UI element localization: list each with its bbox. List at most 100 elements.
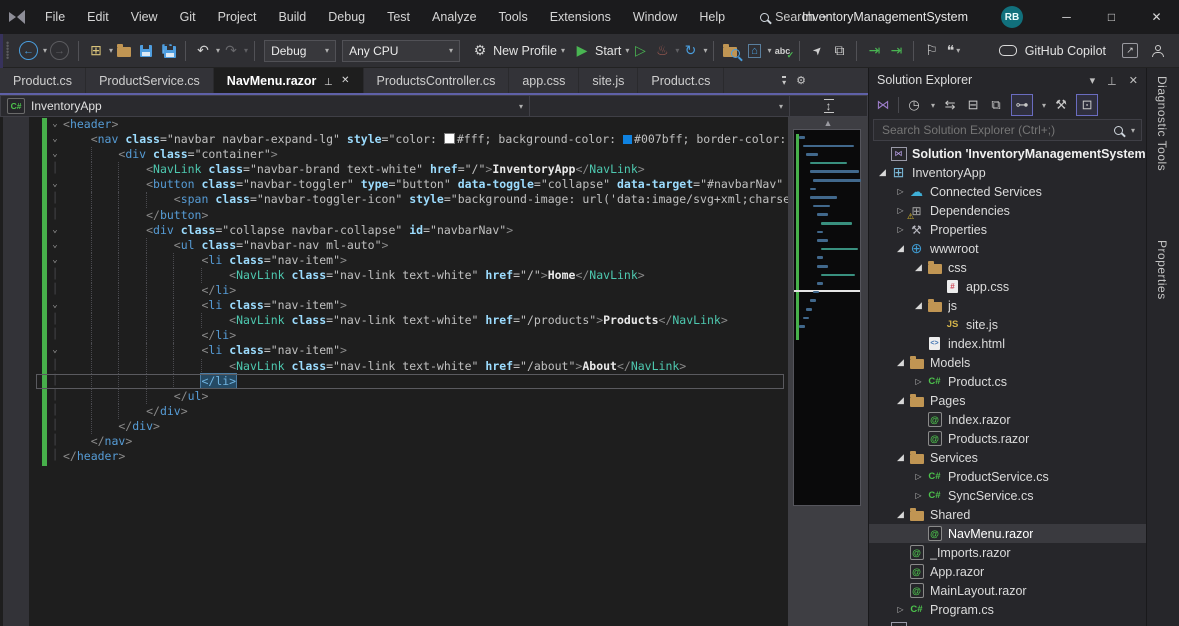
navigate-back-button[interactable]: ←: [16, 39, 41, 63]
tab-diagnostic-tools[interactable]: Diagnostic Tools: [1155, 76, 1169, 171]
hot-reload-button[interactable]: ♨: [651, 39, 673, 63]
navigate-cursor-button[interactable]: ➤: [806, 39, 828, 63]
tab-properties[interactable]: Properties: [1155, 240, 1169, 300]
code-line[interactable]: │ </ul>: [0, 388, 788, 404]
share-button[interactable]: ↗: [1119, 39, 1141, 63]
menu-item-help[interactable]: Help: [688, 0, 736, 34]
restart-dropdown[interactable]: ▾: [703, 46, 707, 55]
expander-icon[interactable]: ◢: [893, 452, 908, 463]
live-share-button[interactable]: [1147, 39, 1169, 63]
fold-chevron-icon[interactable]: ⌄: [49, 147, 61, 161]
solution-explorer-search[interactable]: ▾: [873, 119, 1142, 141]
expander-icon[interactable]: ◢: [875, 167, 890, 178]
code-line[interactable]: ⌄ <ul class="navbar-nav ml-auto">: [0, 237, 788, 253]
tree-item-inventoryapp[interactable]: ◢ ⊞ InventoryApp: [869, 163, 1146, 182]
minimize-button[interactable]: ─: [1044, 0, 1089, 34]
bookmark-button[interactable]: ⚐: [920, 39, 942, 63]
redo-dropdown[interactable]: ▾: [244, 46, 248, 55]
split-editor-handle[interactable]: ↕: [823, 99, 834, 113]
expander-icon[interactable]: ◢: [893, 243, 908, 254]
comment-button[interactable]: ❝ ▾: [942, 39, 964, 63]
solution-configuration-combo[interactable]: Debug ▾: [264, 39, 337, 62]
tree-item-index-razor[interactable]: @ Index.razor: [869, 410, 1146, 429]
fold-chevron-icon[interactable]: ⌄: [49, 238, 61, 252]
restart-button[interactable]: ↻: [679, 39, 701, 63]
menu-item-file[interactable]: File: [34, 0, 76, 34]
code-line[interactable]: │ </li>: [0, 328, 788, 344]
fold-chevron-icon[interactable]: ⌄: [49, 343, 61, 357]
expander-icon[interactable]: ▷: [911, 491, 926, 500]
collapse-all-button[interactable]: ⊟: [965, 95, 981, 115]
menu-item-build[interactable]: Build: [267, 0, 317, 34]
browser-link-button[interactable]: ⌂: [743, 39, 765, 63]
tree-item-solution-inventorymanagementsystem-[interactable]: ⋈ Solution 'InventoryManagementSystem' (: [869, 144, 1146, 163]
save-button[interactable]: [135, 39, 157, 63]
maximize-button[interactable]: □: [1089, 0, 1134, 34]
code-line[interactable]: ⌄ <li class="nav-item">: [0, 252, 788, 268]
sync-with-active-document-button[interactable]: ⊶: [1011, 94, 1034, 116]
start-without-debugging-button[interactable]: ▷: [629, 39, 651, 63]
menu-item-analyze[interactable]: Analyze: [421, 0, 487, 34]
tree-item-wwwroot[interactable]: ◢ ⊕ wwwroot: [869, 239, 1146, 258]
tree-item-models[interactable]: ◢ Models: [869, 353, 1146, 372]
avatar[interactable]: RB: [1001, 6, 1023, 28]
close-button[interactable]: ✕: [1134, 0, 1179, 34]
fold-chevron-icon[interactable]: ⌄: [49, 223, 61, 237]
tree-item-properties[interactable]: ▷ ⚒ Properties: [869, 220, 1146, 239]
tab-navmenu-razor-2[interactable]: NavMenu.razor ⊤ ✕: [213, 68, 364, 93]
expander-icon[interactable]: ▷: [893, 605, 908, 614]
github-copilot-button[interactable]: GitHub Copilot: [996, 39, 1111, 63]
profile-label[interactable]: New Profile: [493, 44, 557, 58]
tab-settings-button[interactable]: ⚙: [796, 74, 806, 87]
fold-chevron-icon[interactable]: ⌄: [49, 177, 61, 191]
format-indent-alt-button[interactable]: ⇥: [885, 39, 907, 63]
tree-item-productservice-cs[interactable]: ▷ C# ProductService.cs: [869, 467, 1146, 486]
profile-dropdown[interactable]: ▾: [561, 46, 565, 55]
solution-search-input[interactable]: [880, 122, 1108, 138]
code-line[interactable]: ⌄ <div class="container">: [0, 147, 788, 163]
spell-checker-button[interactable]: abc ✓: [771, 39, 795, 63]
profile-gear-button[interactable]: ⚙: [469, 39, 491, 63]
tree-item-row-25[interactable]: ⋈: [869, 619, 1146, 626]
tab-product-cs-0[interactable]: Product.cs: [0, 68, 87, 93]
code-line[interactable]: ⌄ <li class="nav-item">: [0, 298, 788, 314]
start-label[interactable]: Start: [595, 44, 621, 58]
tree-item-program-cs[interactable]: ▷ C# Program.cs: [869, 600, 1146, 619]
menu-item-git[interactable]: Git: [169, 0, 207, 34]
member-navigation-combo[interactable]: ▾: [530, 95, 790, 117]
scrollbar-minimap[interactable]: [793, 129, 861, 506]
tree-item-pages[interactable]: ◢ Pages: [869, 391, 1146, 410]
fold-chevron-icon[interactable]: ⌄: [49, 298, 61, 312]
copy-parallel-button[interactable]: ⧉: [828, 39, 850, 63]
expander-icon[interactable]: ◢: [893, 357, 908, 368]
properties-wrench-button[interactable]: ⚒: [1053, 95, 1069, 115]
scroll-up-icon[interactable]: ▲: [788, 118, 868, 128]
code-line[interactable]: │ <NavLink class="navbar-brand text-whit…: [0, 162, 788, 178]
code-line[interactable]: │ </button>: [0, 207, 788, 223]
undo-button[interactable]: ↶: [192, 39, 214, 63]
save-all-button[interactable]: [157, 39, 179, 63]
tree-item-services[interactable]: ◢ Services: [869, 448, 1146, 467]
new-project-button[interactable]: ⊞: [85, 39, 107, 63]
redo-button[interactable]: ↷: [220, 39, 242, 63]
tab-product-cs-6[interactable]: Product.cs: [638, 68, 725, 93]
expander-icon[interactable]: ▷: [893, 187, 908, 196]
code-line[interactable]: │ </li>: [0, 372, 788, 389]
code-line[interactable]: │ </header>: [0, 449, 788, 464]
code-line[interactable]: │ <NavLink class="nav-link text-white" h…: [0, 267, 788, 284]
solution-platform-combo[interactable]: Any CPU ▾: [342, 39, 461, 62]
expander-icon[interactable]: ◢: [893, 395, 908, 406]
expander-icon[interactable]: ▷: [893, 206, 908, 215]
open-file-button[interactable]: [113, 39, 135, 63]
tree-item-connected-services[interactable]: ▷ ☁ Connected Services: [869, 182, 1146, 201]
code-line[interactable]: ⌄ <nav class="navbar navbar-expand-lg" s…: [0, 132, 788, 147]
tree-item-site-js[interactable]: JS site.js: [869, 315, 1146, 334]
code-line[interactable]: │ <NavLink class="nav-link text-white" h…: [0, 358, 788, 374]
code-line[interactable]: │ </div>: [0, 418, 788, 434]
tree-item-css[interactable]: ◢ css: [869, 258, 1146, 277]
tab-app-css-4[interactable]: app.css: [509, 68, 580, 93]
expander-icon[interactable]: ▷: [893, 225, 908, 234]
menu-item-extensions[interactable]: Extensions: [539, 0, 622, 34]
tree-item-app-razor[interactable]: @ App.razor: [869, 562, 1146, 581]
project-navigation-combo[interactable]: C# InventoryApp ▾: [0, 95, 530, 117]
